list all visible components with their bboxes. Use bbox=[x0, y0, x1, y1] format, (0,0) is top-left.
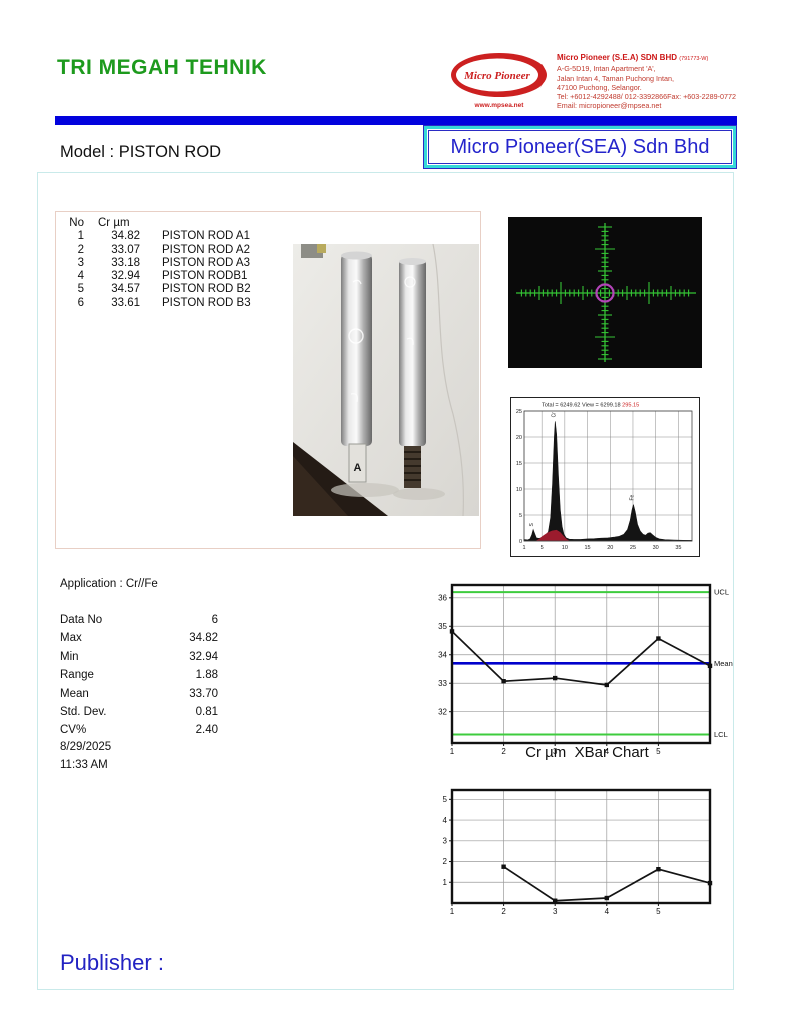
svg-text:5: 5 bbox=[656, 907, 661, 916]
measurement-table: No Cr µm 1 34.82 PISTON ROD A1 2 33.07 PISTON… bbox=[64, 217, 251, 310]
svg-text:1: 1 bbox=[450, 907, 455, 916]
address-line: Tel: +6012-4292488/ 012-3392866Fax: +603… bbox=[557, 92, 737, 102]
svg-text:UCL: UCL bbox=[714, 588, 729, 597]
report-page: TRI MEGAH TEHNIK Micro Pioneer www.mpsea… bbox=[0, 0, 791, 1024]
svg-text:15: 15 bbox=[585, 545, 591, 551]
table-row: 3 33.18 PISTON ROD A3 bbox=[77, 256, 250, 269]
svg-text:1: 1 bbox=[450, 747, 455, 756]
svg-text:1: 1 bbox=[522, 545, 525, 551]
stat-row: Data No 6 bbox=[60, 614, 218, 626]
logo-website: www.mpsea.net bbox=[474, 102, 524, 109]
svg-text:30: 30 bbox=[653, 545, 659, 551]
svg-text:Total = 6249.62 View = 6299.18: Total = 6249.62 View = 6299.18 295.15 bbox=[542, 403, 639, 409]
model-label: Model : PISTON ROD bbox=[60, 143, 222, 161]
svg-text:3: 3 bbox=[443, 836, 448, 845]
company-title: TRI MEGAH TEHNIK bbox=[57, 56, 267, 79]
svg-text:10: 10 bbox=[516, 487, 522, 493]
table-row: 2 33.07 PISTON ROD A2 bbox=[77, 243, 250, 256]
svg-text:1: 1 bbox=[443, 878, 448, 887]
report-date: 8/29/2025 bbox=[60, 741, 112, 753]
svg-text:4: 4 bbox=[605, 907, 610, 916]
company-address: Micro Pioneer (S.E.A) SDN BHD (791773-W)… bbox=[557, 53, 747, 111]
measurement-rows: 1 34.82 PISTON ROD A1 2 33.07 PISTON ROD A2 3 3… bbox=[64, 230, 251, 310]
table-row: 5 34.57 PISTON ROD B2 bbox=[77, 283, 251, 296]
svg-text:20: 20 bbox=[516, 435, 522, 441]
stat-row: Min 32.94 bbox=[60, 650, 218, 663]
xbar-chart: 32333435361 2 3 4 5UCLLCLMean bbox=[438, 583, 733, 756]
svg-text:25: 25 bbox=[516, 409, 522, 415]
table-header-row: No Cr µm bbox=[64, 217, 251, 230]
header-divider-bar bbox=[55, 116, 737, 125]
address-line: Micro Pioneer (S.E.A) SDN BHD (791773-W) bbox=[557, 53, 709, 62]
svg-text:3: 3 bbox=[553, 907, 558, 916]
svg-text:36: 36 bbox=[438, 594, 447, 603]
svg-text:5: 5 bbox=[443, 795, 448, 804]
column-header-crum: Cr µm bbox=[98, 217, 130, 229]
piston-rods-photo: A bbox=[293, 244, 479, 516]
svg-text:34: 34 bbox=[438, 650, 447, 659]
registration-number: (791773-W) bbox=[679, 56, 709, 62]
address-line: 47100 Puchong, Selangor. bbox=[557, 82, 642, 92]
svg-text:35: 35 bbox=[438, 622, 447, 631]
logo-text: Micro Pioneer bbox=[463, 70, 530, 82]
table-row: 1 34.82 PISTON ROD A1 bbox=[77, 230, 250, 243]
application-label: Application : Cr//Fe bbox=[60, 578, 158, 590]
svg-text:Cr: Cr bbox=[551, 412, 557, 418]
company-name-box: Micro Pioneer(SEA) Sdn Bhd bbox=[424, 126, 736, 168]
svg-text:2: 2 bbox=[501, 907, 506, 916]
table-row: 4 32.94 PISTON RODB1 bbox=[77, 270, 248, 283]
address-line: A-G-5D19, Intan Apartment 'A', bbox=[557, 64, 656, 74]
address-line: Jalan Intan 4, Taman Puchong Intan, bbox=[557, 73, 674, 83]
svg-text:2: 2 bbox=[443, 857, 448, 866]
address-line: Email: micropioneer@mpsea.net bbox=[557, 101, 662, 111]
micro-pioneer-logo: Micro Pioneer bbox=[451, 53, 547, 97]
svg-text:20: 20 bbox=[607, 545, 613, 551]
svg-text:5: 5 bbox=[541, 545, 544, 551]
stat-row: Std. Dev. 0.81 bbox=[60, 705, 218, 718]
spectrum-chart: Total = 6249.62 View = 6299.18 295.15051… bbox=[510, 397, 700, 557]
company-name-text: Micro Pioneer(SEA) Sdn Bhd bbox=[450, 135, 710, 158]
column-header-no: No bbox=[69, 217, 84, 229]
svg-text:Fe: Fe bbox=[629, 494, 635, 500]
report-time: 11:33 AM bbox=[60, 759, 108, 771]
svg-text:15: 15 bbox=[516, 461, 522, 467]
svg-text:Mean: Mean bbox=[714, 659, 733, 668]
rod-a-marking: A bbox=[354, 462, 362, 474]
stat-row: CV% 2.40 bbox=[60, 724, 218, 737]
svg-text:5: 5 bbox=[519, 513, 522, 519]
stat-row: Max 34.82 bbox=[60, 632, 218, 645]
stat-row: Mean 33.70 bbox=[60, 687, 218, 700]
reticle-camera-view bbox=[508, 217, 702, 368]
svg-text:4: 4 bbox=[443, 816, 448, 825]
stat-row: Range 1.88 bbox=[60, 669, 218, 682]
svg-text:25: 25 bbox=[630, 545, 636, 551]
xbar-chart-series-line bbox=[451, 630, 711, 686]
svg-text:LCL: LCL bbox=[714, 730, 728, 739]
statistics-block: Data No 6 Max 34.82 Min 32.94 Range 1.88 Mean 33.… bbox=[60, 614, 218, 743]
svg-text:33: 33 bbox=[438, 679, 447, 688]
xbar-chart-title: Cr µm XBar Chart bbox=[525, 744, 649, 761]
svg-text:35: 35 bbox=[675, 545, 681, 551]
table-row: 6 33.61 PISTON ROD B3 bbox=[77, 296, 251, 309]
moving-range-chart: 1 2 3 4 5 1 2 3 4 5 bbox=[443, 788, 713, 916]
svg-text:32: 32 bbox=[438, 707, 447, 716]
publisher-label: Publisher : bbox=[60, 950, 164, 975]
svg-text:10: 10 bbox=[562, 545, 568, 551]
